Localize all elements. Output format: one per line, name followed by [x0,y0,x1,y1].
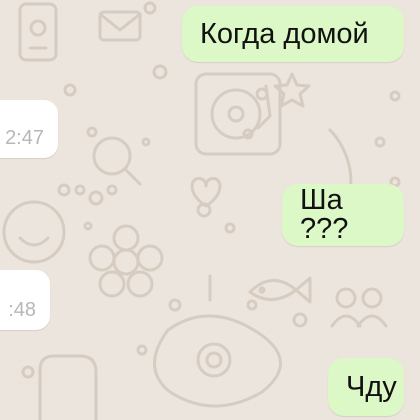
phone-doodle-icon [18,2,58,62]
message-bubble-outgoing[interactable]: Чду [328,358,404,416]
message-text: Когда домой [200,17,369,50]
submarine-doodle-icon [153,274,282,408]
magnifier-doodle-icon [92,136,142,186]
flower-doodle-icon [88,224,164,298]
message-text: Чду [346,370,397,403]
message-timestamp: 2:47 [5,127,44,149]
heart-doodle-icon [190,177,222,208]
hand-doodle-icon [38,354,98,420]
paw-doodle-icon [74,184,118,206]
fish-doodle-icon [248,276,312,304]
message-text: Ша ??? [300,184,349,245]
message-timestamp: :48 [8,299,36,321]
message-bubble-incoming[interactable]: 2:47 [0,100,58,158]
smiley-doodle-icon [2,200,66,264]
message-bubble-outgoing[interactable]: Когда домой [182,6,404,62]
people-doodle-icon [330,287,388,328]
envelope-doodle-icon [98,10,142,42]
message-bubble-outgoing[interactable]: Ша ??? [282,184,404,246]
message-bubble-incoming[interactable]: :48 [0,270,50,330]
record-player-doodle-icon [194,72,282,156]
